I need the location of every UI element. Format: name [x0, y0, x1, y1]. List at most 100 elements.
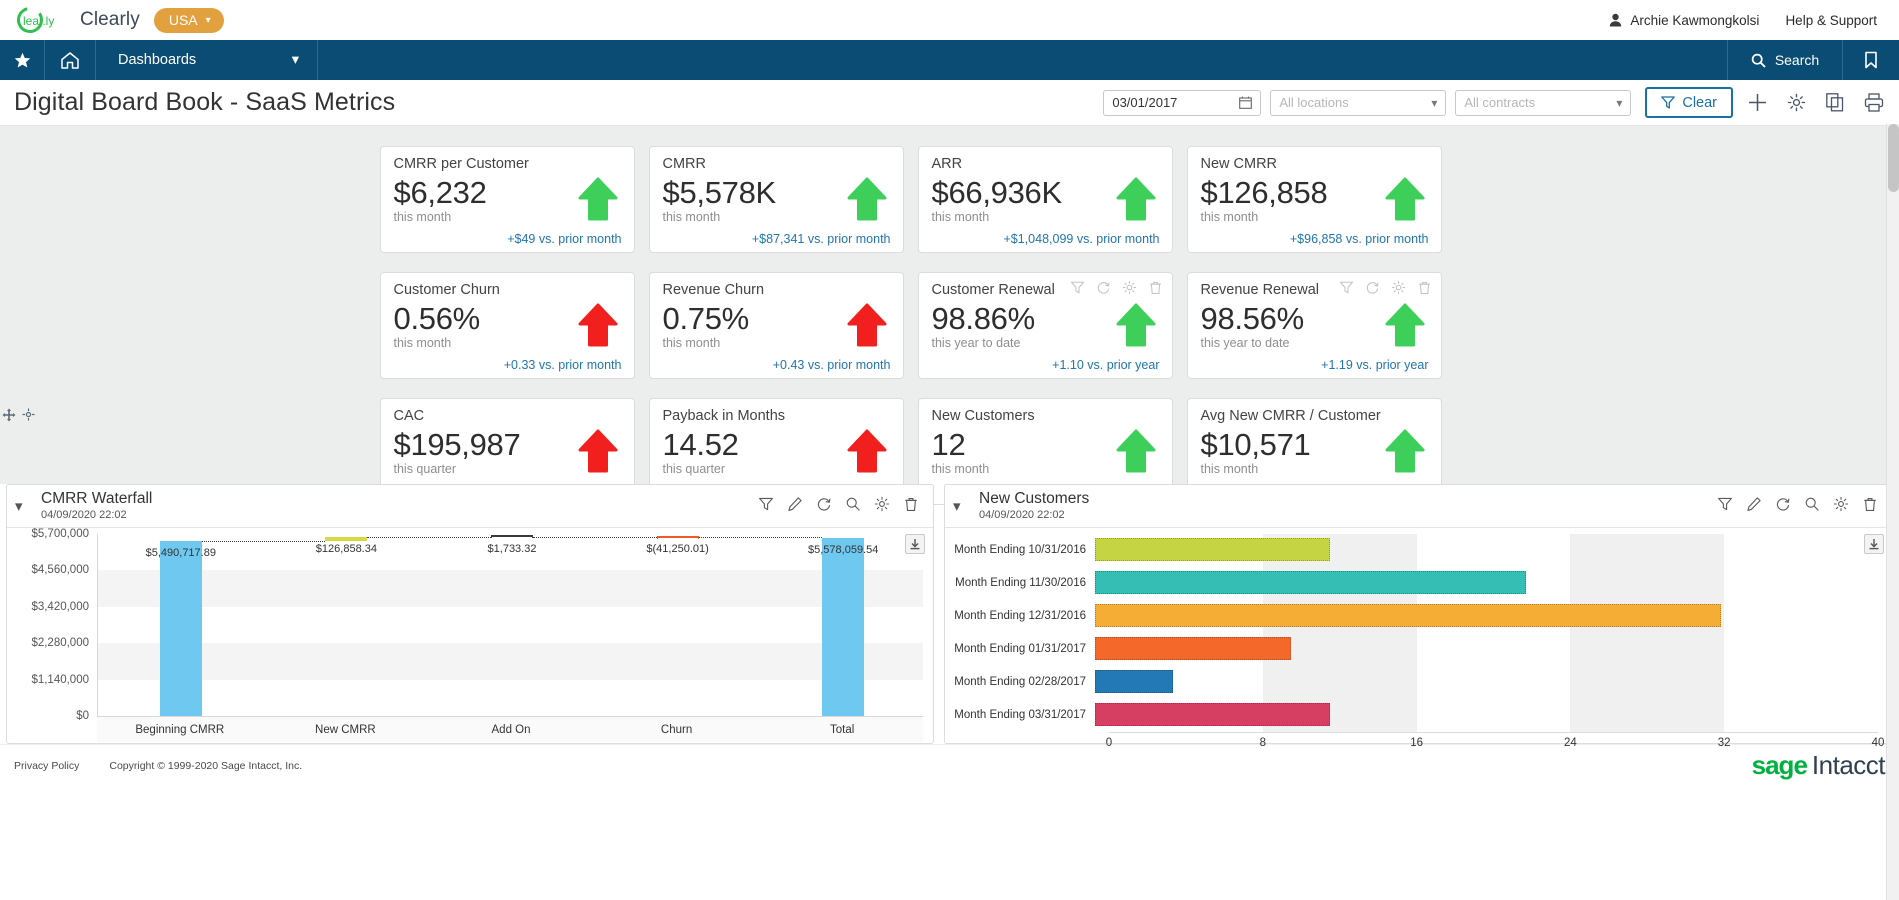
global-search-button[interactable]: Search: [1728, 40, 1843, 80]
bar-category-label: Month Ending 12/31/2016: [945, 610, 1095, 622]
zoom-icon: [1804, 496, 1820, 512]
date-filter[interactable]: 03/01/2017: [1103, 90, 1261, 116]
panel-cmrr-waterfall: ▾ CMRR Waterfall 04/09/2020 22:02 $5,700…: [6, 484, 934, 744]
bar[interactable]: [1095, 670, 1173, 693]
refresh-icon[interactable]: [816, 496, 832, 517]
filter-icon[interactable]: [1717, 496, 1733, 517]
print-button[interactable]: [1859, 88, 1889, 118]
gear-icon: [1122, 280, 1137, 295]
edit-icon: [1746, 496, 1762, 512]
home-button[interactable]: [45, 40, 96, 80]
edit-icon[interactable]: [787, 496, 803, 517]
kpi-card[interactable]: Customer Churn0.56%this month+0.33 vs. p…: [380, 272, 635, 379]
bar-row: Month Ending 12/31/2016: [945, 604, 1878, 627]
trash-icon[interactable]: [1417, 280, 1432, 300]
kpi-label: CAC: [394, 408, 621, 424]
kpi-card[interactable]: Revenue Renewal98.56%this year to date+1…: [1187, 272, 1442, 379]
nav-dashboards[interactable]: Dashboards ▾: [96, 40, 318, 80]
waterfall-bar[interactable]: [491, 535, 533, 537]
page-title: Digital Board Book - SaaS Metrics: [14, 88, 395, 117]
contracts-filter[interactable]: All contracts ▾: [1455, 90, 1631, 116]
bar[interactable]: [1095, 538, 1330, 561]
x-tick-label: 24: [1564, 737, 1577, 749]
zoom-icon[interactable]: [845, 496, 861, 517]
trash-icon[interactable]: [1862, 496, 1878, 517]
trend-up-green-arrow-icon: [1116, 177, 1156, 221]
waterfall-plot-area: $5,490,717.89$126,858.34$1,733.32$(41,25…: [97, 534, 923, 716]
waterfall-connector: [699, 537, 823, 538]
refresh-icon[interactable]: [1096, 280, 1111, 300]
trash-icon: [1148, 280, 1163, 295]
filter-icon[interactable]: [1339, 280, 1354, 300]
waterfall-connector: [533, 537, 657, 538]
filter-icon[interactable]: [1070, 280, 1085, 300]
bookmarks-button[interactable]: [1843, 40, 1899, 80]
country-selector[interactable]: USA ▾: [154, 8, 224, 33]
kpi-card[interactable]: CMRR$5,578Kthis month+$87,341 vs. prior …: [649, 146, 904, 253]
download-icon[interactable]: [905, 534, 925, 554]
chevron-down-icon: ▾: [292, 52, 299, 68]
home-icon: [60, 51, 80, 70]
scrollbar-thumb[interactable]: [1888, 124, 1899, 192]
bar[interactable]: [1095, 637, 1291, 660]
kpi-board: CMRR per Customer$6,232this month+$49 vs…: [0, 126, 1899, 484]
board-drag-handle[interactable]: [2, 408, 35, 422]
refresh-icon[interactable]: [1775, 496, 1791, 517]
collapse-toggle[interactable]: ▾: [953, 497, 979, 515]
bar[interactable]: [1095, 571, 1526, 594]
x-tick-label: 16: [1410, 737, 1423, 749]
trash-icon[interactable]: [1148, 280, 1163, 300]
favorites-button[interactable]: [0, 40, 45, 80]
kpi-card[interactable]: Revenue Churn0.75%this month+0.43 vs. pr…: [649, 272, 904, 379]
locations-filter[interactable]: All locations ▾: [1270, 90, 1446, 116]
waterfall-bar[interactable]: [325, 537, 367, 541]
filter-icon[interactable]: [758, 496, 774, 517]
panel-title: CMRR Waterfall: [41, 489, 152, 508]
bar-row: Month Ending 02/28/2017: [945, 670, 1878, 693]
kpi-delta: +1.10 vs. prior year: [1052, 358, 1159, 372]
clearly-logo-icon: lear.ly: [14, 6, 68, 34]
zoom-icon[interactable]: [1804, 496, 1820, 517]
waterfall-data-label: $(41,250.01): [646, 543, 708, 555]
duplicate-button[interactable]: [1820, 88, 1850, 118]
trash-icon[interactable]: [903, 496, 919, 517]
kpi-card[interactable]: New CMRR$126,858this month+$96,858 vs. p…: [1187, 146, 1442, 253]
bar[interactable]: [1095, 703, 1330, 726]
gear-icon[interactable]: [1391, 280, 1406, 300]
edit-icon[interactable]: [1746, 496, 1762, 517]
user-menu[interactable]: Archie Kawmongkolsi: [1609, 13, 1759, 28]
gear-icon[interactable]: [874, 496, 890, 517]
kpi-card[interactable]: Customer Renewal98.86%this year to date+…: [918, 272, 1173, 379]
clearly-logo[interactable]: lear.ly: [14, 6, 68, 34]
panel-actions: [758, 496, 919, 517]
collapse-toggle[interactable]: ▾: [15, 497, 41, 515]
waterfall-bar[interactable]: [160, 541, 202, 716]
dashboard-settings-button[interactable]: [1781, 88, 1811, 118]
gear-icon: [1833, 496, 1849, 512]
trash-icon: [903, 496, 919, 512]
bar-chart-x-axis: 0816243240: [1109, 732, 1878, 754]
gear-icon[interactable]: [1122, 280, 1137, 300]
add-component-button[interactable]: [1742, 88, 1772, 118]
trend-up-red-arrow-icon: [578, 303, 618, 347]
privacy-policy-link[interactable]: Privacy Policy: [14, 760, 79, 772]
refresh-icon[interactable]: [1365, 280, 1380, 300]
bar-category-label: Month Ending 11/30/2016: [945, 577, 1095, 589]
kpi-card[interactable]: CMRR per Customer$6,232this month+$49 vs…: [380, 146, 635, 253]
kpi-delta: +0.33 vs. prior month: [504, 358, 622, 372]
search-icon: [1751, 53, 1766, 68]
help-support-link[interactable]: Help & Support: [1785, 13, 1877, 28]
bar[interactable]: [1095, 604, 1721, 627]
download-icon[interactable]: [1864, 534, 1884, 554]
waterfall-bar[interactable]: [657, 536, 699, 538]
clear-filters-button[interactable]: Clear: [1645, 87, 1733, 118]
panel-header: ▾ CMRR Waterfall 04/09/2020 22:02: [7, 485, 933, 528]
download-glyph: [1868, 538, 1880, 550]
page-scrollbar[interactable]: [1886, 124, 1899, 900]
sage-intacct-logo: sage Intacct: [1752, 750, 1885, 781]
kpi-card[interactable]: ARR$66,936Kthis month+$1,048,099 vs. pri…: [918, 146, 1173, 253]
gear-icon[interactable]: [1833, 496, 1849, 517]
panel-title: New Customers: [979, 489, 1089, 508]
new-customers-chart: Month Ending 10/31/2016Month Ending 11/3…: [945, 534, 1892, 743]
waterfall-bar[interactable]: [822, 538, 864, 716]
